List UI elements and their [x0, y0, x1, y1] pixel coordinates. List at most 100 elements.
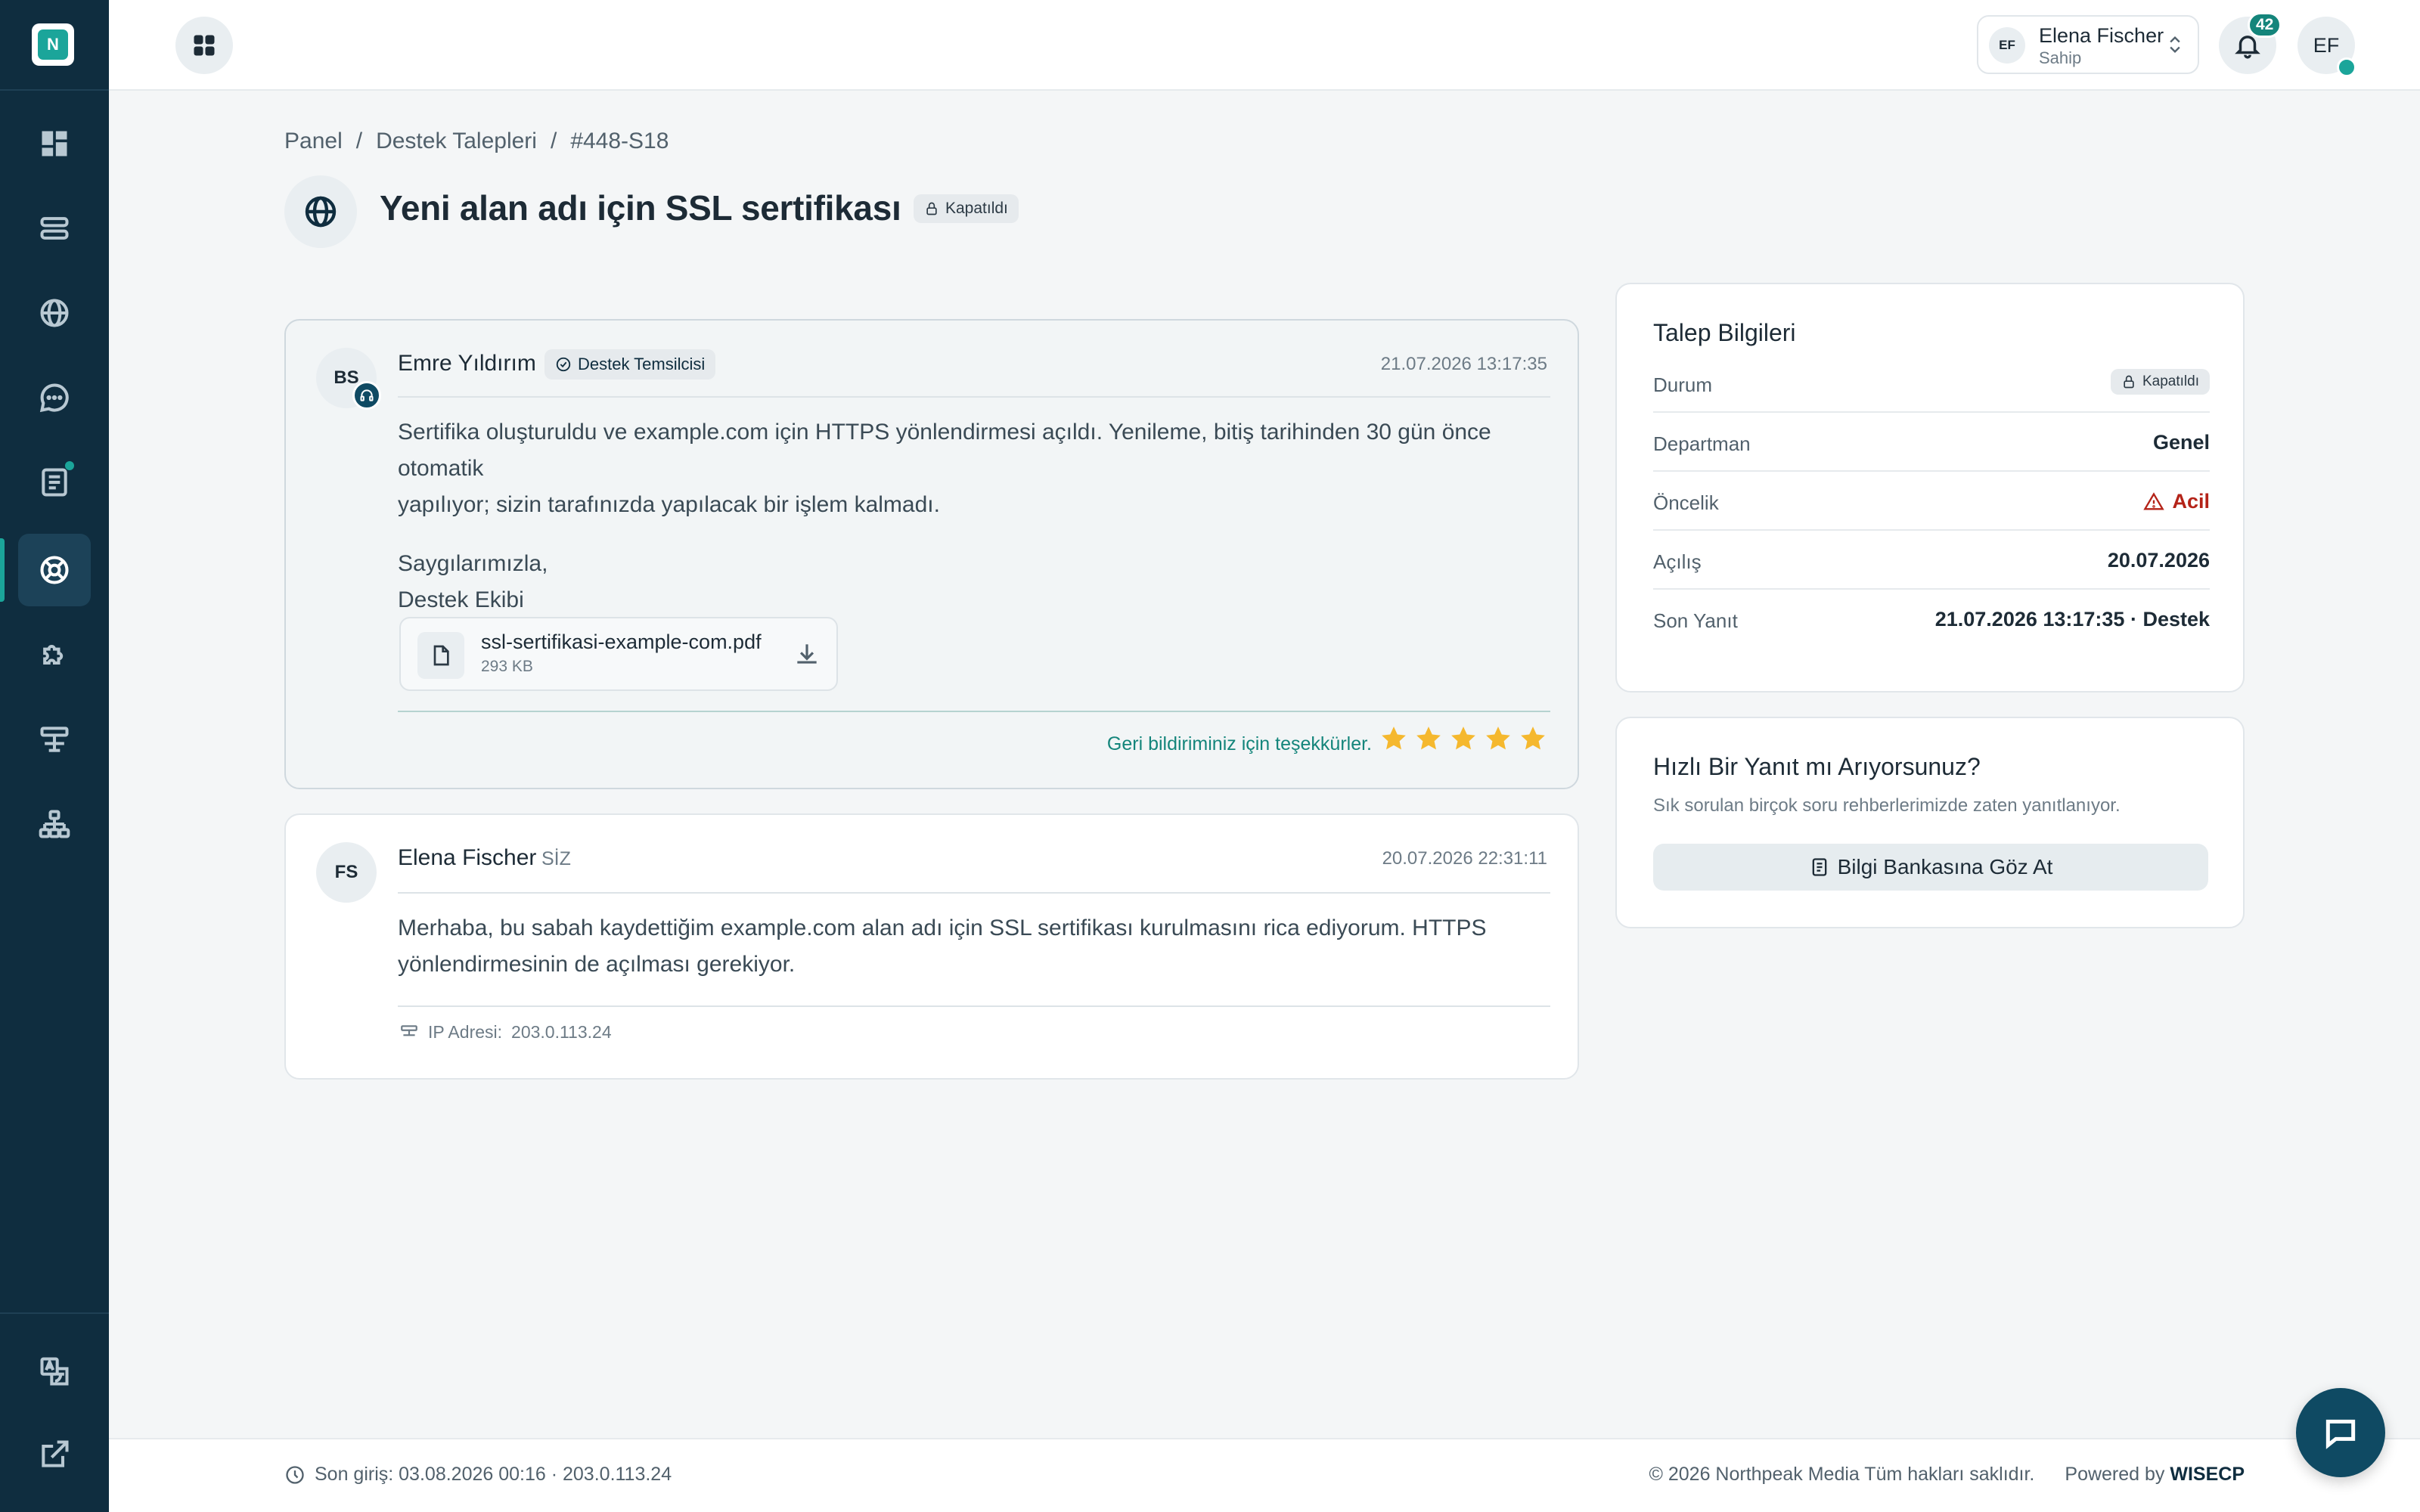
panel-subtitle: Sık sorulan birçok soru rehberlerimizde … — [1653, 795, 2121, 816]
message-line: Sertifika oluşturuldu ve example.com içi… — [398, 420, 1491, 481]
message-line: Merhaba, bu sabah kaydettiğim example.co… — [398, 916, 1487, 940]
info-row-opened: Açılış 20.07.2026 — [1653, 531, 2210, 590]
sitemap-icon — [39, 810, 70, 838]
ip-value: 203.0.113.24 — [511, 1022, 612, 1042]
clock-icon — [286, 1465, 304, 1484]
info-value: 20.07.2026 — [2107, 549, 2210, 572]
sidebar-divider — [0, 1312, 109, 1314]
chat-bubble-icon — [39, 383, 69, 413]
message-author: Emre Yıldırım — [398, 351, 536, 376]
book-icon — [1812, 858, 1826, 876]
headset-icon — [360, 389, 374, 401]
attachment-name: ssl-sertifikasi-example-com.pdf — [481, 631, 762, 653]
breadcrumb: Panel / Destek Talepleri / #448-S18 — [284, 129, 669, 154]
priority-label: Acil — [2172, 490, 2210, 513]
sidebar-item-language[interactable] — [18, 1335, 91, 1408]
apps-button[interactable] — [175, 17, 233, 74]
server-icon — [40, 217, 69, 240]
star-icon[interactable] — [1484, 724, 1512, 753]
invoice-icon — [42, 468, 67, 497]
breadcrumb-current: #448-S18 — [570, 129, 669, 153]
breadcrumb-separator: / — [355, 129, 363, 153]
sidebar-divider — [0, 89, 109, 91]
sidebar-item-addons[interactable] — [18, 618, 91, 691]
priority-value: Acil — [2143, 490, 2210, 513]
avatar: FS — [316, 842, 377, 903]
notification-count-badge: 42 — [2248, 12, 2282, 38]
star-icon[interactable] — [1414, 724, 1443, 753]
info-label: Öncelik — [1653, 491, 1719, 514]
lock-icon — [926, 202, 937, 215]
sidebar: N — [0, 0, 109, 1512]
sidebar-item-hierarchy[interactable] — [18, 788, 91, 860]
logo-mark: N — [38, 29, 68, 60]
download-button[interactable] — [793, 640, 821, 668]
panel-title: Talep Bilgileri — [1653, 319, 1796, 346]
footer: Son giriş: 03.08.2026 00:16 · 203.0.113.… — [109, 1438, 2420, 1512]
divider — [398, 711, 1550, 712]
panel-title: Hızlı Bir Yanıt mı Arıyorsunuz? — [1653, 753, 1981, 780]
chevron-updown-icon — [2170, 36, 2180, 53]
quick-answer-panel: Hızlı Bir Yanıt mı Arıyorsunuz? Sık soru… — [1615, 717, 2245, 928]
account-role: Sahip — [2039, 48, 2082, 67]
footer-right: © 2026 Northpeak Media Tüm hakları saklı… — [1649, 1464, 2245, 1486]
star-icon[interactable] — [1519, 724, 1547, 753]
info-label: Departman — [1653, 432, 1751, 455]
divider — [398, 892, 1550, 894]
account-switcher[interactable]: EF Elena Fischer Sahip — [1977, 15, 2199, 74]
role-badge-label: Destek Temsilcisi — [578, 355, 706, 373]
notification-dot — [65, 461, 74, 470]
info-row-priority: Öncelik Acil — [1653, 472, 2210, 531]
you-tag: SİZ — [541, 848, 571, 869]
sidebar-item-domains[interactable] — [18, 277, 91, 349]
status-badge-label: Kapatıldı — [2142, 373, 2199, 389]
sidebar-item-messages[interactable] — [18, 361, 91, 434]
topbar: EF Elena Fischer Sahip 42 EF — [109, 0, 2420, 91]
sidebar-item-dashboard[interactable] — [18, 107, 91, 180]
sidebar-item-services[interactable] — [18, 192, 91, 265]
message-time: 20.07.2026 22:31:11 — [1382, 848, 1547, 869]
download-icon — [797, 644, 817, 664]
message-card-staff: BS Emre Yıldırım Destek Temsilcisi 21.07… — [284, 319, 1579, 789]
ticket-info-panel: Talep Bilgileri Durum Kapatıldı Departma… — [1615, 283, 2245, 692]
breadcrumb-link-panel[interactable]: Panel — [284, 129, 343, 154]
status-badge: Kapatıldı — [914, 194, 1019, 223]
verified-shield-icon — [2337, 57, 2356, 77]
ip-address: IP Adresi: 203.0.113.24 — [399, 1022, 612, 1043]
globe-icon — [305, 196, 337, 228]
sidebar-item-support[interactable] — [18, 534, 91, 606]
info-value: 21.07.2026 13:17:35 · Destek — [1934, 608, 2210, 631]
title-globe-badge — [284, 175, 357, 248]
sidebar-item-invoices[interactable] — [18, 446, 91, 519]
puzzle-icon — [43, 645, 64, 665]
info-label: Açılış — [1653, 550, 1702, 573]
ip-label: IP Adresi: — [428, 1022, 503, 1042]
message-author: Elena Fischer — [398, 845, 537, 870]
signature-line: Destek Ekibi — [398, 587, 524, 612]
sidebar-item-external[interactable] — [18, 1418, 91, 1491]
star-icon[interactable] — [1379, 724, 1408, 753]
divider — [398, 1005, 1550, 1007]
attachment-size: 293 KB — [481, 658, 533, 675]
powered-brand[interactable]: WISECP — [2170, 1464, 2245, 1485]
message-body: Sertifika oluşturuldu ve example.com içi… — [398, 414, 1578, 618]
star-icon[interactable] — [1449, 724, 1478, 753]
knowledge-base-label: Bilgi Bankasına Göz At — [1837, 855, 2053, 878]
lock-icon — [2124, 375, 2134, 389]
sidebar-item-network[interactable] — [18, 703, 91, 776]
network-icon — [401, 1024, 417, 1036]
file-icon — [433, 645, 449, 666]
message-body: Merhaba, bu sabah kaydettiğim example.co… — [398, 910, 1487, 983]
dashboard-icon — [42, 131, 67, 156]
breadcrumb-link-tickets[interactable]: Destek Talepleri — [376, 129, 537, 154]
knowledge-base-button[interactable]: Bilgi Bankasına Göz At — [1653, 844, 2208, 891]
attachment[interactable]: ssl-sertifikasi-example-com.pdf 293 KB — [399, 617, 838, 691]
status-badge: Kapatıldı — [2111, 369, 2210, 395]
powered-prefix: Powered by — [2065, 1464, 2165, 1485]
info-value: Genel — [2152, 431, 2210, 454]
divider — [398, 396, 1550, 398]
brand-logo[interactable]: N — [32, 23, 74, 66]
message-card-customer: FS Elena Fischer SİZ 20.07.2026 22:31:11… — [284, 813, 1579, 1080]
live-chat-button[interactable] — [2296, 1388, 2385, 1477]
staff-badge — [352, 381, 381, 410]
